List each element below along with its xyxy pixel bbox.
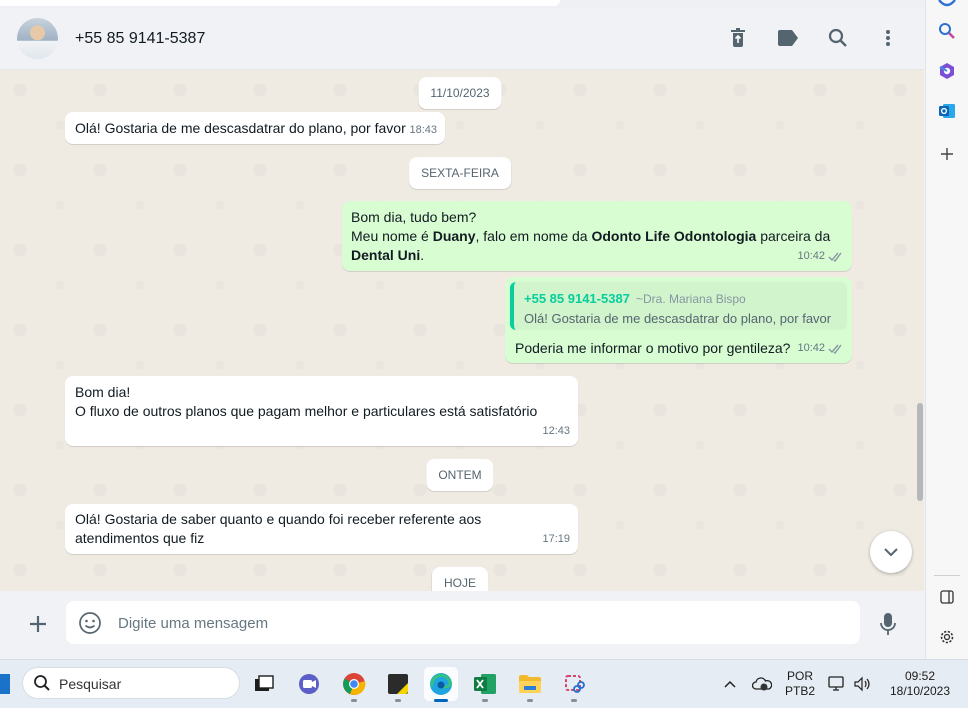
scroll-to-bottom-button[interactable] — [870, 531, 912, 573]
attach-button[interactable] — [24, 610, 52, 638]
task-view-icon[interactable] — [247, 667, 281, 701]
message-text: Olá! Gostaria de saber quanto e quando f… — [75, 511, 482, 546]
delete-icon[interactable] — [726, 26, 750, 50]
message-bubble-incoming[interactable]: Olá! Gostaria de me descasdatrar do plan… — [65, 112, 445, 144]
chrome-icon[interactable] — [337, 667, 371, 702]
message-text: Bom dia, tudo bem? Meu nome é Duany, fal… — [351, 209, 831, 263]
quoted-text: Olá! Gostaria de me descasdatrar do plan… — [524, 311, 832, 326]
snipping-tool-icon[interactable] — [557, 667, 591, 702]
copilot-icon[interactable] — [936, 0, 958, 16]
emoji-icon — [79, 612, 101, 634]
contact-avatar[interactable] — [17, 18, 58, 59]
browser-sidebar — [925, 0, 968, 659]
file-explorer-icon[interactable] — [513, 667, 547, 702]
message-input-box — [66, 601, 860, 646]
message-bubble-outgoing[interactable]: Bom dia, tudo bem? Meu nome é Duany, fal… — [342, 201, 852, 271]
message-meta: 10:42 — [797, 339, 844, 358]
chat-header: +55 85 9141-5387 — [0, 8, 924, 70]
sticky-notes-icon[interactable] — [381, 667, 415, 702]
show-hidden-icons-chevron-icon[interactable] — [720, 674, 740, 694]
label-icon[interactable] — [776, 26, 800, 50]
taskbar-search[interactable]: Pesquisar — [22, 667, 240, 699]
search-label: Pesquisar — [59, 676, 122, 692]
edge-icon[interactable] — [424, 667, 458, 702]
quoted-message[interactable]: +55 85 9141-5387 ~Dra. Mariana Bispo Olá… — [510, 282, 847, 330]
window-top-strip — [0, 0, 925, 8]
message-bubble-incoming[interactable]: Bom dia! O fluxo de outros planos que pa… — [65, 376, 578, 446]
chat-messages[interactable]: 11/10/2023 Olá! Gostaria de me descasdat… — [0, 70, 924, 591]
plus-icon — [30, 616, 46, 632]
chevron-down-icon — [884, 547, 898, 556]
date-divider: 11/10/2023 — [418, 77, 502, 109]
quoted-sender-phone: +55 85 9141-5387 — [524, 291, 630, 306]
microphone-button[interactable] — [876, 610, 900, 638]
message-text: Poderia me informar o motivo por gentile… — [515, 340, 791, 356]
system-clock[interactable]: 09:52 18/10/2023 — [880, 669, 960, 699]
message-composer — [0, 591, 924, 657]
meet-icon[interactable] — [292, 667, 326, 701]
quoted-sender-name: ~Dra. Mariana Bispo — [636, 292, 746, 306]
excel-icon[interactable] — [468, 667, 502, 702]
network-icon[interactable] — [827, 674, 847, 694]
hide-sidebar-icon[interactable] — [936, 586, 958, 608]
double-check-icon — [828, 344, 842, 354]
contact-name[interactable]: +55 85 9141-5387 — [75, 30, 205, 48]
date-divider: HOJE — [431, 567, 489, 591]
message-time: 17:19 — [542, 533, 570, 545]
microphone-icon — [880, 613, 896, 635]
message-text: Bom dia! O fluxo de outros planos que pa… — [75, 384, 538, 419]
windows-taskbar: Pesquisar POR PTB2 09:52 18/10/2023 — [0, 659, 968, 708]
onedrive-sync-icon[interactable] — [752, 674, 772, 694]
menu-icon[interactable] — [876, 26, 900, 50]
add-icon[interactable] — [936, 143, 958, 165]
message-bubble-incoming[interactable]: Olá! Gostaria de saber quanto e quando f… — [65, 504, 578, 554]
input-language-indicator[interactable]: POR PTB2 — [784, 669, 816, 699]
volume-icon[interactable] — [852, 674, 872, 694]
settings-gear-icon[interactable] — [936, 626, 958, 648]
message-time: 18:43 — [409, 124, 437, 136]
start-button[interactable] — [0, 674, 10, 694]
search-icon — [34, 675, 50, 691]
message-bubble-outgoing-reply[interactable]: +55 85 9141-5387 ~Dra. Mariana Bispo Olá… — [505, 277, 852, 363]
double-check-icon — [828, 252, 842, 262]
sidebar-divider — [934, 575, 960, 576]
date-divider: ONTEM — [426, 459, 494, 491]
outlook-icon[interactable] — [936, 100, 958, 122]
chat-scrollbar[interactable] — [917, 403, 923, 501]
emoji-button[interactable] — [78, 611, 102, 635]
date-divider: SEXTA-FEIRA — [409, 157, 511, 189]
microsoft-365-icon[interactable] — [936, 60, 958, 82]
search-icon[interactable] — [826, 26, 850, 50]
message-input[interactable] — [116, 601, 840, 646]
search-icon[interactable] — [936, 20, 958, 42]
message-text: Olá! Gostaria de me descasdatrar do plan… — [75, 120, 406, 136]
message-meta: 10:42 — [797, 247, 844, 266]
message-time: 12:43 — [542, 425, 570, 437]
